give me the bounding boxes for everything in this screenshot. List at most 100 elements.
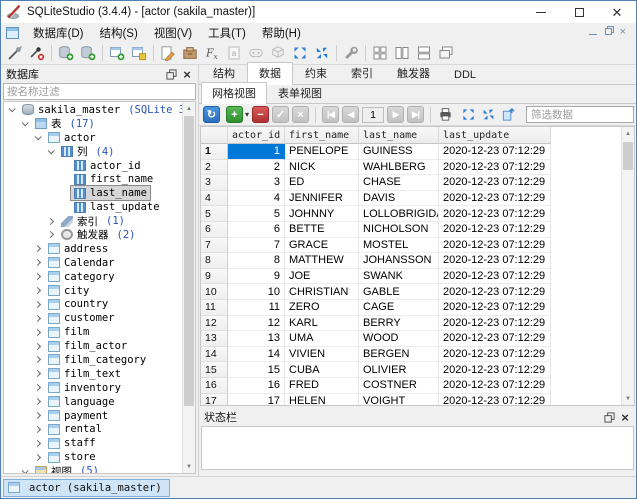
mdi-restore-button[interactable] xyxy=(605,27,612,38)
panel-float-button[interactable] xyxy=(163,67,179,81)
window-close-button[interactable]: ✕ xyxy=(598,1,636,23)
tree-item-country[interactable]: country xyxy=(4,297,182,311)
row-number[interactable]: 17 xyxy=(201,394,228,406)
cell-last_update[interactable]: 2020-12-23 07:12:29 xyxy=(439,284,551,300)
menu-item-3[interactable]: 工具(T) xyxy=(200,26,254,42)
cell-last_update[interactable]: 2020-12-23 07:12:29 xyxy=(439,253,551,269)
disconnect-db-button[interactable] xyxy=(26,43,48,64)
row-number[interactable]: 2 xyxy=(201,160,228,176)
row-number[interactable]: 14 xyxy=(201,347,228,363)
cell-last_update[interactable]: 2020-12-23 07:12:29 xyxy=(439,175,551,191)
ddl-history-button[interactable] xyxy=(179,43,201,64)
tree-item-customer[interactable]: customer xyxy=(4,311,182,325)
cell-last_name[interactable]: WAHLBERG xyxy=(359,160,439,176)
cell-first_name[interactable]: KARL xyxy=(285,316,359,332)
cell-last_update[interactable]: 2020-12-23 07:12:29 xyxy=(439,144,551,160)
cell-last_name[interactable]: CHASE xyxy=(359,175,439,191)
expand-arrow-icon[interactable] xyxy=(34,259,41,266)
column-header-first_name[interactable]: first_name xyxy=(285,127,359,144)
cell-actor_id[interactable]: 4 xyxy=(228,191,285,207)
row-number[interactable]: 7 xyxy=(201,238,228,254)
expand-arrow-icon[interactable] xyxy=(34,384,41,391)
collations-editor-button[interactable]: a xyxy=(223,43,245,64)
cell-last_update[interactable]: 2020-12-23 07:12:29 xyxy=(439,238,551,254)
expand-arrow-icon[interactable] xyxy=(34,329,41,336)
expand-arrow-icon[interactable] xyxy=(34,454,41,461)
first-page-button[interactable]: |◀ xyxy=(322,106,339,123)
data-filter-input[interactable] xyxy=(526,106,634,123)
load-all-data-button[interactable] xyxy=(500,106,517,123)
row-number[interactable]: 5 xyxy=(201,206,228,222)
cell-actor_id[interactable]: 5 xyxy=(228,206,285,222)
new-ddl-history-window-button[interactable] xyxy=(128,43,150,64)
expand-arrow-icon[interactable] xyxy=(34,315,41,322)
cell-first_name[interactable]: FRED xyxy=(285,378,359,394)
scroll-down-icon[interactable]: ▼ xyxy=(622,392,634,405)
cell-first_name[interactable]: UMA xyxy=(285,331,359,347)
commit-button[interactable]: ✓ xyxy=(272,106,289,123)
delete-row-button[interactable]: − xyxy=(252,106,269,123)
menu-item-4[interactable]: 帮助(H) xyxy=(254,26,309,42)
collapse-arrow-icon[interactable] xyxy=(9,106,16,113)
cell-last_name[interactable]: CAGE xyxy=(359,300,439,316)
cascade-windows-button[interactable] xyxy=(435,43,457,64)
tree-item-film_actor[interactable]: film_actor xyxy=(4,339,182,353)
scroll-up-icon[interactable]: ▲ xyxy=(622,127,634,140)
expand-arrow-icon[interactable] xyxy=(34,287,41,294)
refresh-data-button[interactable]: ↻ xyxy=(203,106,220,123)
cell-actor_id[interactable]: 1 xyxy=(228,144,285,160)
expand-arrow-icon[interactable] xyxy=(47,218,54,225)
tree-item-address[interactable]: address xyxy=(4,242,182,256)
column-header-actor_id[interactable]: actor_id xyxy=(228,127,285,144)
tab-5[interactable]: DDL xyxy=(442,66,488,84)
tree-item-store[interactable]: store xyxy=(4,450,182,464)
expand-arrow-icon[interactable] xyxy=(34,245,41,252)
cell-last_name[interactable]: JOHANSSON xyxy=(359,253,439,269)
cell-last_update[interactable]: 2020-12-23 07:12:29 xyxy=(439,300,551,316)
cell-last_name[interactable]: LOLLOBRIGIDA xyxy=(359,206,439,222)
subtab-0[interactable]: 网格视图 xyxy=(201,82,267,104)
cell-last_name[interactable]: VOIGHT xyxy=(359,394,439,406)
row-number[interactable]: 15 xyxy=(201,362,228,378)
tree-item-视图[interactable]: 视图(5) xyxy=(4,464,182,473)
last-page-button[interactable]: ▶| xyxy=(407,106,424,123)
cell-actor_id[interactable]: 16 xyxy=(228,378,285,394)
expand-arrow-icon[interactable] xyxy=(34,398,41,405)
tree-item-staff[interactable]: staff xyxy=(4,436,182,450)
cell-actor_id[interactable]: 17 xyxy=(228,394,285,406)
tab-3[interactable]: 索引 xyxy=(339,62,385,84)
expand-arrow-icon[interactable] xyxy=(34,273,41,280)
sql-editor-button[interactable] xyxy=(157,43,179,64)
collapse-arrow-icon[interactable] xyxy=(48,147,55,154)
cell-actor_id[interactable]: 14 xyxy=(228,347,285,363)
import-button[interactable] xyxy=(289,43,311,64)
cell-last_update[interactable]: 2020-12-23 07:12:29 xyxy=(439,316,551,332)
tree-item-film_text[interactable]: film_text xyxy=(4,367,182,381)
row-number[interactable]: 6 xyxy=(201,222,228,238)
page-number-input[interactable] xyxy=(362,107,384,123)
scroll-up-icon[interactable]: ▲ xyxy=(183,102,195,115)
cell-last_update[interactable]: 2020-12-23 07:12:29 xyxy=(439,362,551,378)
tree-item-city[interactable]: city xyxy=(4,284,182,298)
row-number[interactable]: 10 xyxy=(201,284,228,300)
cell-last_name[interactable]: NICHOLSON xyxy=(359,222,439,238)
tree-item-language[interactable]: language xyxy=(4,395,182,409)
tree-item-索引[interactable]: 索引(1) xyxy=(4,214,182,228)
next-page-button[interactable]: ▶ xyxy=(387,106,404,123)
row-number[interactable]: 9 xyxy=(201,269,228,285)
collapse-arrow-icon[interactable] xyxy=(22,467,29,473)
expand-arrow-icon[interactable] xyxy=(47,231,54,238)
insert-row-button[interactable]: + xyxy=(226,106,243,123)
row-number[interactable]: 12 xyxy=(201,316,228,332)
expand-arrow-icon[interactable] xyxy=(34,370,41,377)
extensions-button[interactable] xyxy=(245,43,267,64)
collapse-arrow-icon[interactable] xyxy=(22,120,29,127)
tree-scrollbar[interactable]: ▲ ▼ xyxy=(182,102,195,473)
cell-last_update[interactable]: 2020-12-23 07:12:29 xyxy=(439,378,551,394)
panel-close-button[interactable]: × xyxy=(617,410,633,424)
window-maximize-button[interactable] xyxy=(560,1,598,23)
row-number[interactable]: 16 xyxy=(201,378,228,394)
cell-first_name[interactable]: CUBA xyxy=(285,362,359,378)
expand-arrow-icon[interactable] xyxy=(34,426,41,433)
tree-item-表[interactable]: 表(17) xyxy=(4,117,182,131)
